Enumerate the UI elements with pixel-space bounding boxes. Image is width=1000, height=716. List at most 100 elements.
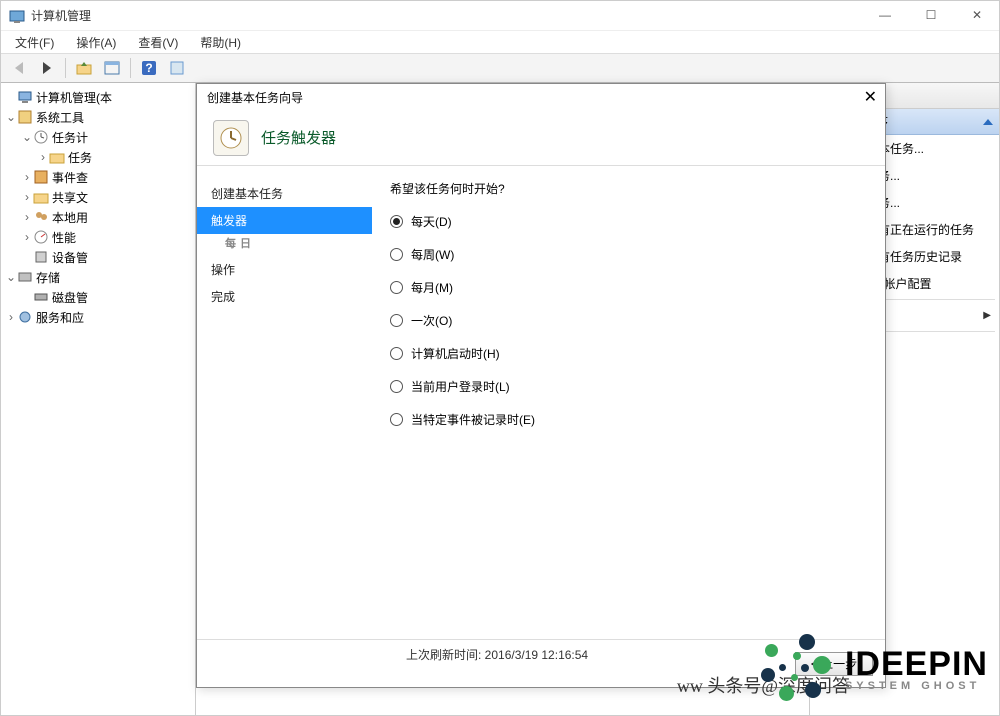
tree-item-label: 本地用 bbox=[52, 209, 88, 226]
folder-icon bbox=[49, 149, 65, 165]
perf-icon bbox=[33, 229, 49, 245]
tree-item-label: 任务计 bbox=[52, 129, 88, 146]
toolbar: ? bbox=[1, 53, 999, 83]
computer-icon bbox=[17, 89, 33, 105]
tree-item[interactable]: 设备管 bbox=[1, 247, 195, 267]
help-icon: ? bbox=[141, 60, 157, 76]
minimize-button[interactable]: — bbox=[871, 6, 899, 26]
tree-twisty-icon: › bbox=[21, 230, 33, 244]
radio-icon bbox=[390, 380, 403, 393]
properties-button[interactable] bbox=[165, 56, 189, 80]
radio-icon bbox=[390, 347, 403, 360]
menu-help[interactable]: 帮助(H) bbox=[194, 32, 247, 53]
chevron-right-icon: ▶ bbox=[983, 310, 991, 321]
radio-label: 计算机启动时(H) bbox=[411, 345, 500, 362]
tree-twisty-icon: › bbox=[21, 210, 33, 224]
radio-label: 当前用户登录时(L) bbox=[411, 378, 510, 395]
collapse-icon bbox=[983, 119, 993, 125]
wizard-icon bbox=[213, 120, 249, 156]
properties-icon bbox=[169, 60, 185, 76]
radio-icon bbox=[390, 413, 403, 426]
logo-subtext: SYSTEM GHOST bbox=[845, 680, 988, 692]
share-icon bbox=[33, 189, 49, 205]
forward-button[interactable] bbox=[35, 56, 59, 80]
tree-item[interactable]: ⌄系统工具 bbox=[1, 107, 195, 127]
tree-item-label: 任务 bbox=[68, 149, 92, 166]
arrow-right-icon bbox=[43, 62, 51, 74]
tree-item-label: 设备管 bbox=[52, 249, 88, 266]
close-button[interactable]: ✕ bbox=[963, 6, 991, 26]
menu-file[interactable]: 文件(F) bbox=[9, 32, 60, 53]
tree-item[interactable]: › 本地用 bbox=[1, 207, 195, 227]
tree-item[interactable]: ›任务 bbox=[1, 147, 195, 167]
radio-icon bbox=[390, 215, 403, 228]
clock-icon bbox=[33, 129, 49, 145]
tree-item[interactable]: › 事件查 bbox=[1, 167, 195, 187]
radio-icon bbox=[390, 248, 403, 261]
tree-item[interactable]: 计算机管理(本 bbox=[1, 87, 195, 107]
tree-item-label: 系统工具 bbox=[36, 109, 84, 126]
folder-up-icon bbox=[76, 60, 92, 76]
window-titlebar: 计算机管理 — ☐ ✕ bbox=[1, 1, 999, 31]
app-icon bbox=[9, 8, 25, 24]
wizard-step[interactable]: 完成 bbox=[197, 283, 372, 310]
tree-item-label: 共享文 bbox=[52, 189, 88, 206]
trigger-option[interactable]: 每月(M) bbox=[390, 279, 867, 296]
maximize-button[interactable]: ☐ bbox=[917, 6, 945, 26]
wizard-step[interactable]: 操作 bbox=[197, 256, 372, 283]
wizard-close-button[interactable]: ✕ bbox=[864, 87, 877, 107]
radio-label: 每月(M) bbox=[411, 279, 453, 296]
tree-item[interactable]: ⌄ 任务计 bbox=[1, 127, 195, 147]
navigation-tree[interactable]: 计算机管理(本⌄系统工具 ⌄ 任务计›任务 › 事件查 › 共享文 › 本地用 › 性能设备管⌄存储… bbox=[1, 83, 196, 715]
wizard-window-title: 创建基本任务向导 bbox=[207, 89, 303, 106]
radio-label: 每天(D) bbox=[411, 213, 452, 230]
panel-icon bbox=[104, 60, 120, 76]
tree-item-label: 服务和应 bbox=[36, 309, 84, 326]
services-icon bbox=[17, 309, 33, 325]
trigger-option[interactable]: 当前用户登录时(L) bbox=[390, 378, 867, 395]
wizard-heading: 任务触发器 bbox=[261, 127, 336, 148]
tree-item-label: 磁盘管 bbox=[52, 289, 88, 306]
watermark-logo: IDEEPIN SYSTEM GHOST bbox=[755, 628, 988, 708]
tree-item[interactable]: ⌄存储 bbox=[1, 267, 195, 287]
disk-icon bbox=[33, 289, 49, 305]
tree-item-label: 计算机管理(本 bbox=[36, 89, 112, 106]
wizard-header: 任务触发器 bbox=[197, 110, 885, 166]
tree-item[interactable]: ›服务和应 bbox=[1, 307, 195, 327]
trigger-option[interactable]: 每周(W) bbox=[390, 246, 867, 263]
trigger-option[interactable]: 一次(O) bbox=[390, 312, 867, 329]
users-icon bbox=[33, 209, 49, 225]
svg-text:?: ? bbox=[145, 61, 152, 75]
wizard-dialog: 创建基本任务向导 ✕ 任务触发器 创建基本任务触发器每日操作完成 希望该任务何时… bbox=[196, 83, 886, 688]
storage-icon bbox=[17, 269, 33, 285]
tree-item[interactable]: › 性能 bbox=[1, 227, 195, 247]
wizard-form: 希望该任务何时开始? 每天(D)每周(W)每月(M)一次(O)计算机启动时(H)… bbox=[372, 166, 885, 639]
wizard-steps: 创建基本任务触发器每日操作完成 bbox=[197, 166, 372, 639]
main-pane: 创建基本任务向导 ✕ 任务触发器 创建基本任务触发器每日操作完成 希望该任务何时… bbox=[196, 83, 809, 715]
tree-twisty-icon: › bbox=[21, 170, 33, 184]
status-last-refresh: 上次刷新时间: 2016/3/19 12:16:54 bbox=[406, 646, 588, 663]
menu-action[interactable]: 操作(A) bbox=[70, 32, 122, 53]
tree-item-label: 事件查 bbox=[52, 169, 88, 186]
tree-twisty-icon: ⌄ bbox=[21, 130, 33, 144]
radio-label: 每周(W) bbox=[411, 246, 454, 263]
back-button[interactable] bbox=[7, 56, 31, 80]
show-hide-button[interactable] bbox=[100, 56, 124, 80]
radio-label: 当特定事件被记录时(E) bbox=[411, 411, 535, 428]
help-button[interactable]: ? bbox=[137, 56, 161, 80]
wizard-step[interactable]: 创建基本任务 bbox=[197, 180, 372, 207]
trigger-option[interactable]: 计算机启动时(H) bbox=[390, 345, 867, 362]
event-icon bbox=[33, 169, 49, 185]
arrow-left-icon bbox=[15, 62, 23, 74]
tree-item[interactable]: › 共享文 bbox=[1, 187, 195, 207]
menu-view[interactable]: 查看(V) bbox=[132, 32, 184, 53]
logo-text: IDEEPIN bbox=[845, 645, 988, 684]
trigger-option[interactable]: 每天(D) bbox=[390, 213, 867, 230]
up-button[interactable] bbox=[72, 56, 96, 80]
wizard-step[interactable]: 每日 bbox=[197, 230, 372, 256]
tree-twisty-icon: › bbox=[21, 190, 33, 204]
tree-item[interactable]: 磁盘管 bbox=[1, 287, 195, 307]
trigger-option[interactable]: 当特定事件被记录时(E) bbox=[390, 411, 867, 428]
toolbar-separator bbox=[65, 58, 66, 78]
tree-item-label: 性能 bbox=[52, 229, 76, 246]
